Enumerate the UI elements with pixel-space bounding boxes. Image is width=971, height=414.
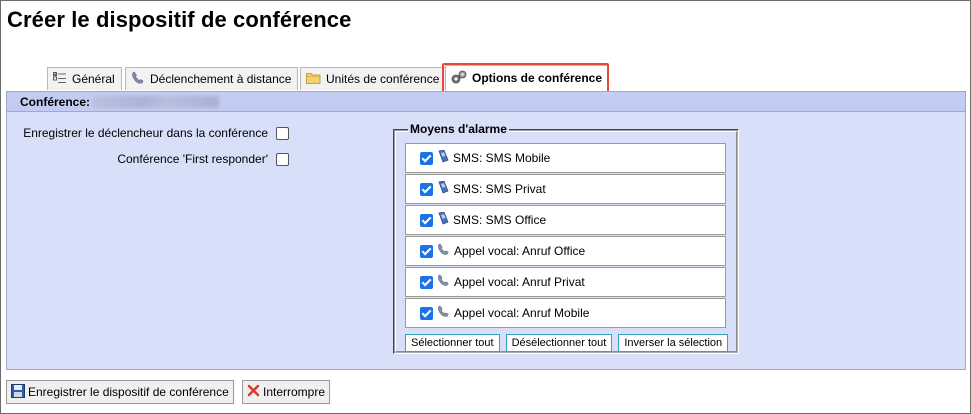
- alarm-item-checkbox[interactable]: [420, 275, 433, 289]
- alarm-item-label: Appel vocal: Anruf Mobile: [454, 306, 590, 320]
- record-trigger-checkbox[interactable]: [276, 126, 289, 140]
- phone-icon: [131, 71, 145, 88]
- alarm-means-fieldset: Moyens d'alarme SMS: SMS Mobile SMS: SMS…: [393, 122, 739, 354]
- close-icon: [247, 384, 260, 400]
- alarm-means-legend: Moyens d'alarme: [408, 122, 509, 136]
- floppy-disk-icon: [11, 383, 25, 401]
- alarm-item[interactable]: SMS: SMS Mobile: [405, 143, 726, 173]
- option-first-responder-label: Conférence 'First responder': [117, 152, 268, 166]
- alarm-item[interactable]: SMS: SMS Privat: [405, 174, 726, 204]
- tab-remote-trigger-label: Déclenchement à distance: [150, 72, 292, 86]
- tab-conference-units[interactable]: Unités de conférence: [300, 67, 447, 90]
- phone-handset-icon: [437, 274, 450, 290]
- window-frame: Créer le dispositif de conférence Généra…: [0, 0, 971, 414]
- conference-options-panel: Conférence: Enregistrer le déclencheur d…: [6, 91, 966, 370]
- alarm-item-label: SMS: SMS Privat: [453, 182, 546, 196]
- mobile-phone-icon: [437, 149, 449, 167]
- save-button-label: Enregistrer le dispositif de conférence: [28, 385, 229, 399]
- conference-label: Conférence:: [20, 95, 91, 109]
- folder-icon: [306, 72, 321, 87]
- deselect-all-button[interactable]: Désélectionner tout: [505, 334, 613, 352]
- tab-general-label: Général: [72, 72, 115, 86]
- mobile-phone-icon: [437, 180, 449, 198]
- invert-selection-button[interactable]: Inverser la sélection: [618, 334, 729, 352]
- alarm-item-checkbox[interactable]: [420, 182, 433, 196]
- alarm-item[interactable]: Appel vocal: Anruf Privat: [405, 267, 726, 297]
- alarm-item[interactable]: SMS: SMS Office: [405, 205, 726, 235]
- select-all-button[interactable]: Sélectionner tout: [405, 334, 500, 352]
- checklist-icon: [53, 71, 67, 87]
- panel-header: Conférence:: [7, 92, 965, 112]
- phone-handset-icon: [437, 305, 450, 321]
- alarm-item-checkbox[interactable]: [420, 151, 433, 165]
- cancel-button[interactable]: Interrompre: [242, 380, 331, 404]
- cancel-button-label: Interrompre: [263, 385, 326, 399]
- page-title: Créer le dispositif de conférence: [7, 7, 352, 32]
- alarm-item-label: Appel vocal: Anruf Privat: [454, 275, 585, 289]
- conference-name-redacted: [93, 96, 219, 108]
- save-button[interactable]: Enregistrer le dispositif de conférence: [6, 380, 234, 404]
- first-responder-checkbox[interactable]: [276, 152, 289, 166]
- alarm-item-checkbox[interactable]: [420, 244, 433, 258]
- option-record-trigger-label: Enregistrer le déclencheur dans la confé…: [23, 126, 268, 140]
- phone-handset-icon: [437, 243, 450, 259]
- mobile-phone-icon: [437, 211, 449, 229]
- tab-general[interactable]: Général: [47, 67, 122, 90]
- tab-remote-trigger[interactable]: Déclenchement à distance: [125, 67, 299, 90]
- alarm-item-label: Appel vocal: Anruf Office: [454, 244, 586, 258]
- tab-conference-units-label: Unités de conférence: [326, 72, 440, 86]
- alarm-item-checkbox[interactable]: [420, 306, 433, 320]
- option-record-trigger: Enregistrer le déclencheur dans la confé…: [15, 126, 289, 140]
- alarm-item[interactable]: Appel vocal: Anruf Mobile: [405, 298, 726, 328]
- option-first-responder: Conférence 'First responder': [15, 152, 289, 166]
- alarm-item-checkbox[interactable]: [420, 213, 433, 227]
- selection-buttons: Sélectionner tout Désélectionner tout In…: [405, 334, 729, 352]
- alarm-item[interactable]: Appel vocal: Anruf Office: [405, 236, 726, 266]
- alarm-item-label: SMS: SMS Mobile: [453, 151, 551, 165]
- alarm-item-label: SMS: SMS Office: [453, 213, 547, 227]
